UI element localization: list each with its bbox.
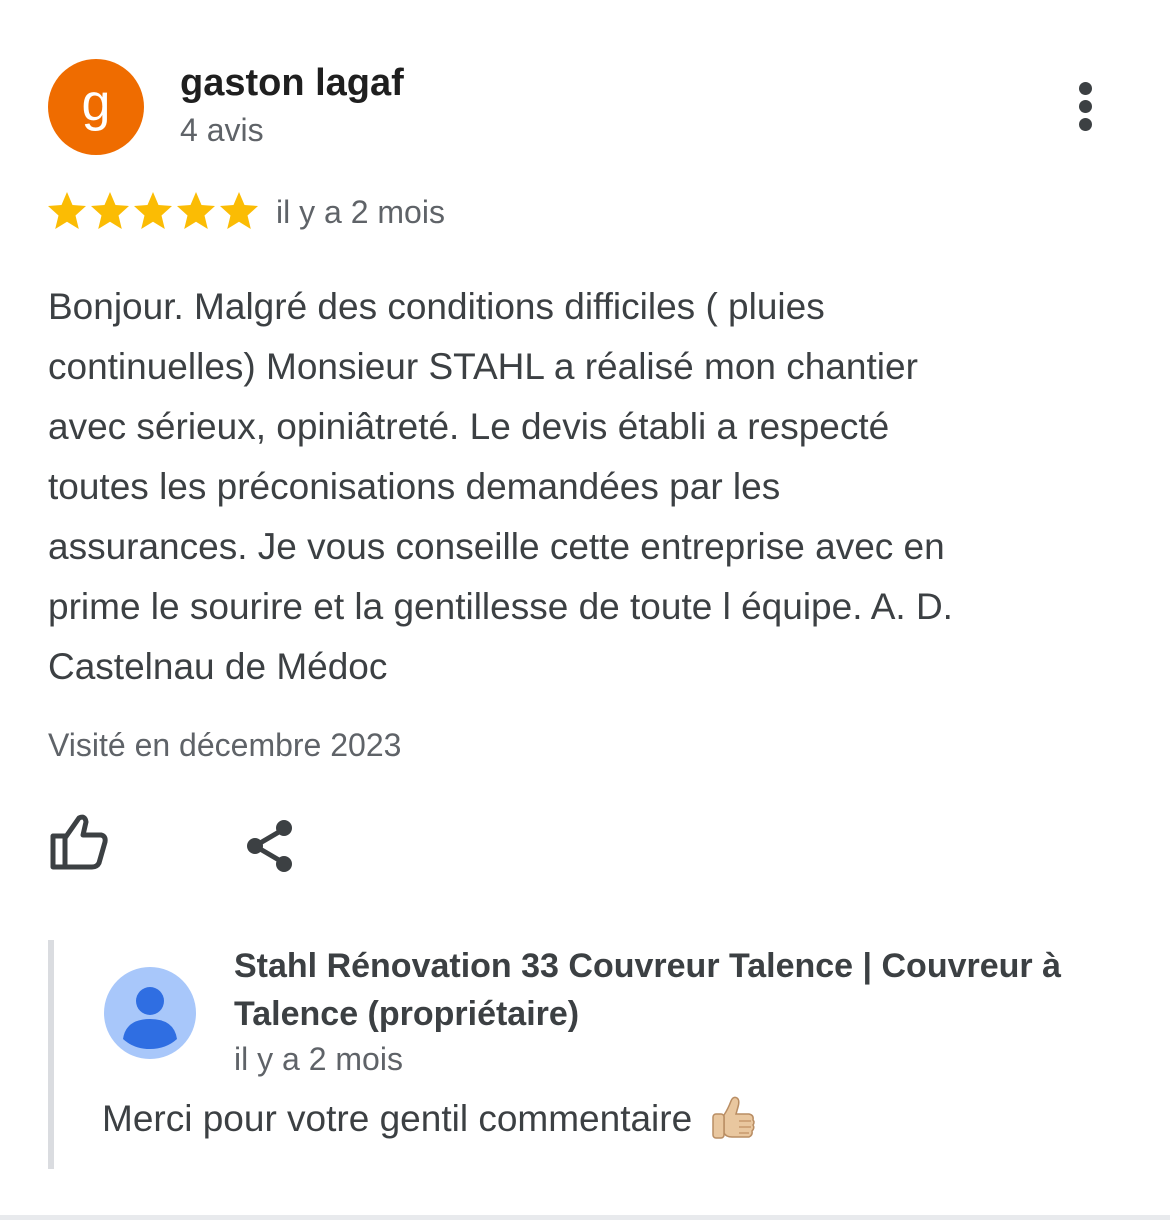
owner-name-line: Stahl Rénovation 33 Couvreur Talence | C… [234,947,1061,985]
bottom-divider [0,1215,1170,1220]
person-icon [104,967,196,1059]
owner-name-line: Talence (propriétaire) [234,995,580,1033]
review-text-line: Bonjour. Malgré des conditions difficile… [48,286,825,327]
review-text-line: assurances. Je vous conseille cette entr… [48,526,945,567]
more-options-button[interactable] [1064,76,1108,136]
author-avatar[interactable]: g [48,59,144,155]
review-text-line: avec sérieux, opiniâtreté. Le devis étab… [48,406,890,447]
owner-response-text: Merci pour votre gentil commentaire [102,1093,758,1145]
share-icon [247,820,292,872]
visit-date: Visité en décembre 2023 [48,727,402,763]
owner-response-date: il y a 2 mois [234,1041,403,1077]
author-name[interactable]: gaston lagaf [180,62,404,105]
thumb-up-icon [50,814,108,870]
thumbs-up-emoji-icon [712,1096,755,1139]
review-card: g gaston lagaf 4 avis il y a 2 mois Bonj… [0,0,1170,1220]
review-text: Bonjour. Malgré des conditions difficile… [48,277,1138,697]
star-icon [91,192,129,229]
author-review-count: 4 avis [180,112,264,148]
owner-reply-divider [48,940,54,1169]
owner-response-text-content: Merci pour votre gentil commentaire [102,1098,693,1139]
review-text-line: continuelles) Monsieur STAHL a réalisé m… [48,346,918,387]
review-text-line: toutes les préconisations demandées par … [48,466,781,507]
star-icon [48,192,86,229]
owner-name[interactable]: Stahl Rénovation 33 Couvreur Talence | C… [234,942,1134,1038]
share-button[interactable] [240,816,300,876]
star-icon [220,192,258,229]
star-icon [134,192,172,229]
like-button[interactable] [46,812,112,874]
star-rating [46,188,261,236]
owner-avatar [104,967,196,1059]
review-text-line: prime le sourire et la gentillesse de to… [48,586,953,627]
review-date: il y a 2 mois [276,194,445,230]
star-icon [177,192,215,229]
review-text-line: Castelnau de Médoc [48,646,388,687]
